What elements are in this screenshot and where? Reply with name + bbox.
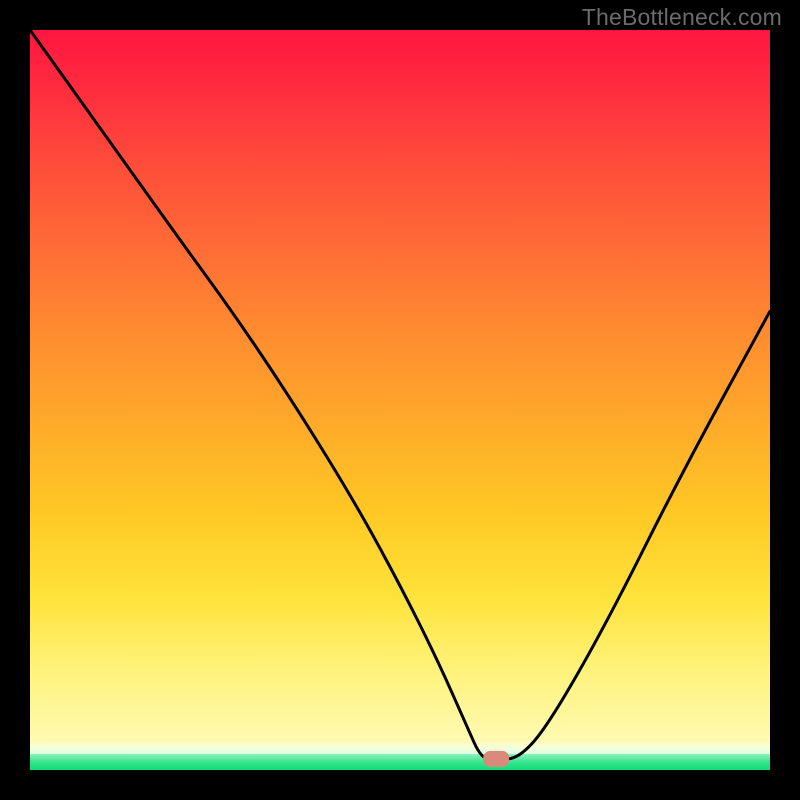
- watermark-text: TheBottleneck.com: [582, 4, 782, 31]
- chart-frame: TheBottleneck.com: [0, 0, 800, 800]
- curve-layer: [30, 30, 770, 770]
- bottleneck-curve: [30, 30, 770, 759]
- plot-area: [30, 30, 770, 770]
- optimum-marker: [483, 751, 509, 767]
